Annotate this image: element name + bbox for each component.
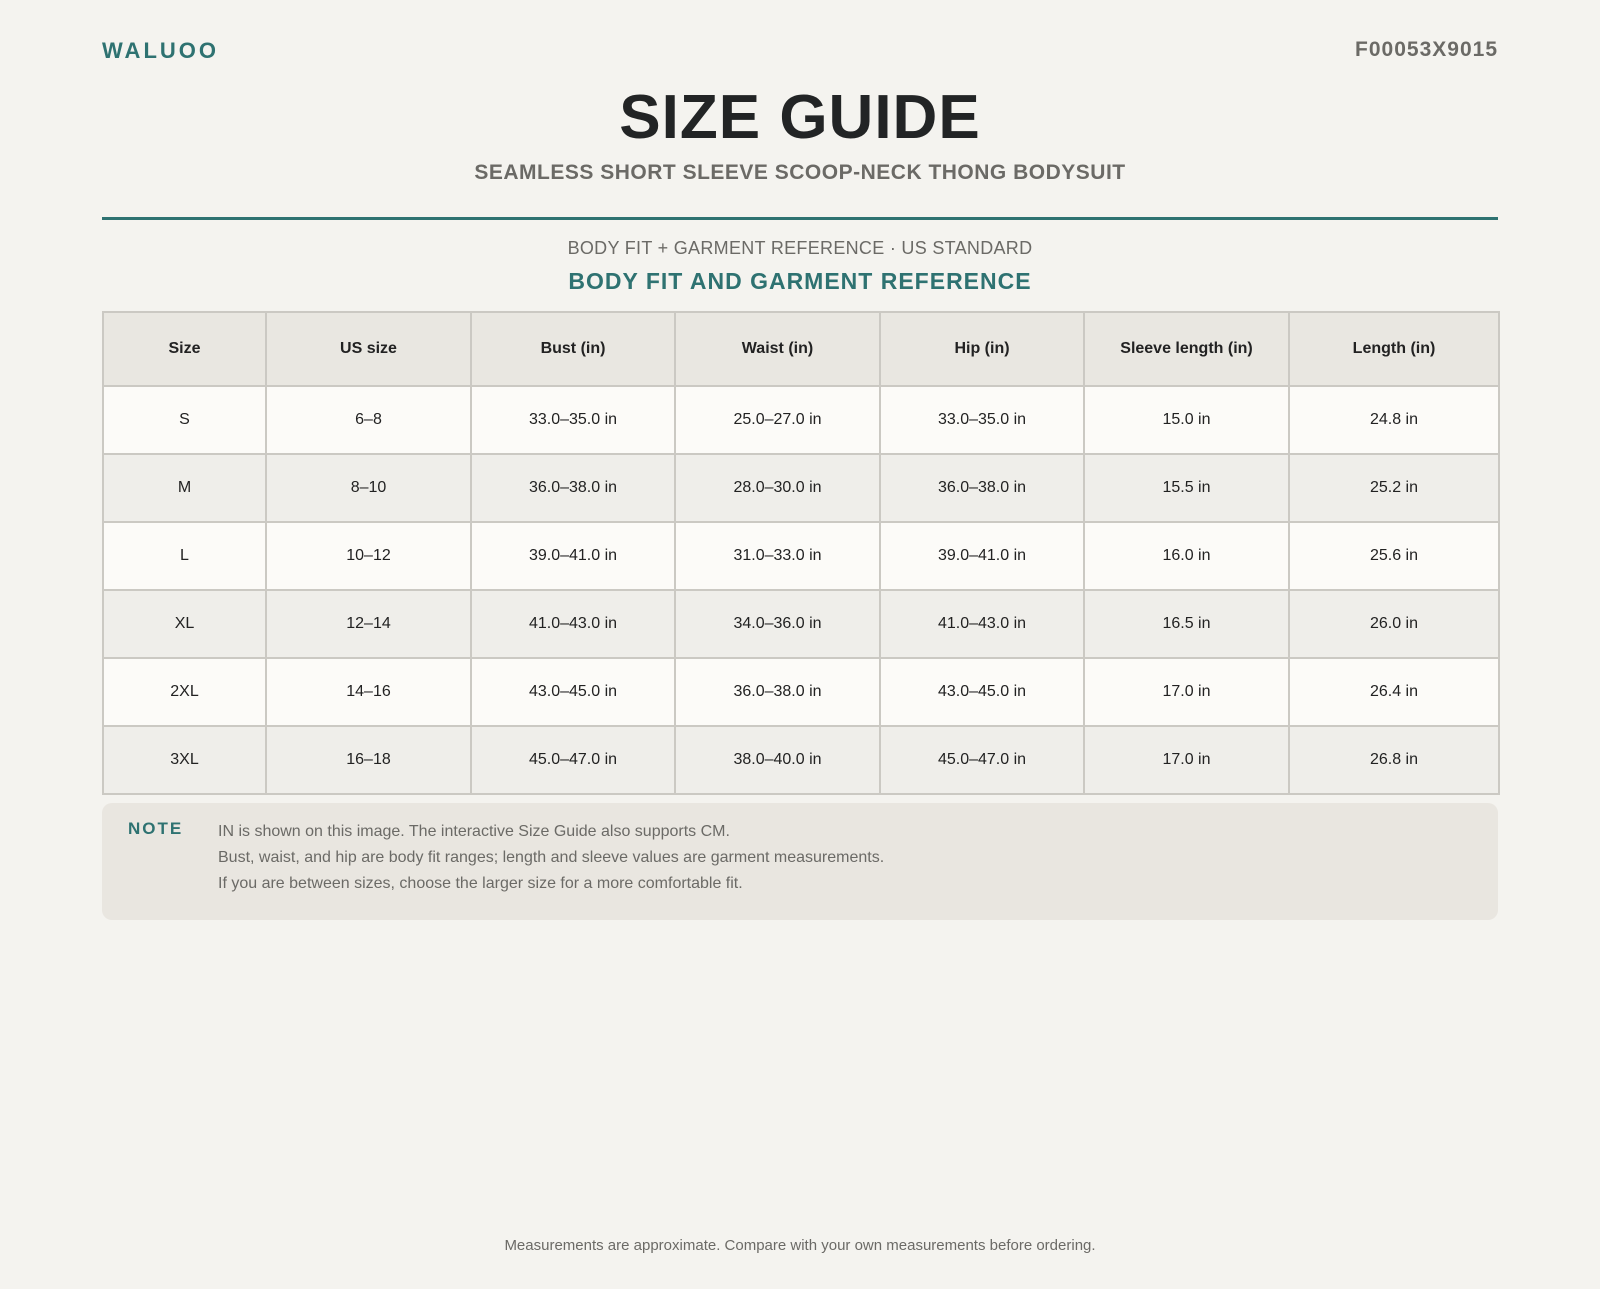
column-header-us-size: US size bbox=[265, 311, 472, 387]
column-header-sleeve-length: Sleeve length (in) bbox=[1083, 311, 1290, 387]
brand-logo: WALUOO bbox=[102, 38, 219, 63]
table-cell: 41.0–43.0 in bbox=[470, 589, 676, 659]
table-cell: 25.0–27.0 in bbox=[674, 385, 881, 455]
footer-disclaimer: Measurements are approximate. Compare wi… bbox=[504, 1237, 1096, 1254]
table-cell: 12–14 bbox=[265, 589, 472, 659]
column-header-size: Size bbox=[102, 311, 267, 387]
table-cell: M bbox=[102, 453, 267, 523]
table-cell: 15.5 in bbox=[1083, 453, 1290, 523]
table-cell: 25.2 in bbox=[1288, 453, 1500, 523]
table-cell: 16–18 bbox=[265, 725, 472, 795]
table-cell: 38.0–40.0 in bbox=[674, 725, 881, 795]
table-row: L 10–12 39.0–41.0 in 31.0–33.0 in 39.0–4… bbox=[102, 521, 1500, 591]
page-title: SIZE GUIDE bbox=[619, 83, 981, 152]
table-row: 2XL 14–16 43.0–45.0 in 36.0–38.0 in 43.0… bbox=[102, 657, 1500, 727]
table-cell: 17.0 in bbox=[1083, 657, 1290, 727]
table-cell: 34.0–36.0 in bbox=[674, 589, 881, 659]
table-cell: 39.0–41.0 in bbox=[879, 521, 1085, 591]
note-line: If you are between sizes, choose the lar… bbox=[218, 875, 743, 892]
table-cell: 14–16 bbox=[265, 657, 472, 727]
section-kicker: BODY FIT + GARMENT REFERENCE · US STANDA… bbox=[567, 238, 1033, 258]
column-header-hip: Hip (in) bbox=[879, 311, 1085, 387]
table-cell: L bbox=[102, 521, 267, 591]
table-cell: 15.0 in bbox=[1083, 385, 1290, 455]
size-table: Size US size Bust (in) Waist (in) Hip (i… bbox=[102, 311, 1500, 795]
table-cell: 10–12 bbox=[265, 521, 472, 591]
table-cell: XL bbox=[102, 589, 267, 659]
table-cell: 33.0–35.0 in bbox=[879, 385, 1085, 455]
note-label: NOTE bbox=[128, 819, 184, 838]
table-row: S 6–8 33.0–35.0 in 25.0–27.0 in 33.0–35.… bbox=[102, 385, 1500, 455]
table-row: XL 12–14 41.0–43.0 in 34.0–36.0 in 41.0–… bbox=[102, 589, 1500, 659]
table-cell: 3XL bbox=[102, 725, 267, 795]
table-cell: 31.0–33.0 in bbox=[674, 521, 881, 591]
size-guide-page: WALUOO F00053X9015 SIZE GUIDE SEAMLESS S… bbox=[102, 0, 1500, 1289]
table-cell: 36.0–38.0 in bbox=[470, 453, 676, 523]
note-box: NOTE IN is shown on this image. The inte… bbox=[102, 803, 1498, 920]
table-cell: 45.0–47.0 in bbox=[470, 725, 676, 795]
table-cell: 6–8 bbox=[265, 385, 472, 455]
table-cell: 8–10 bbox=[265, 453, 472, 523]
table-row: M 8–10 36.0–38.0 in 28.0–30.0 in 36.0–38… bbox=[102, 453, 1500, 523]
table-header-row: Size US size Bust (in) Waist (in) Hip (i… bbox=[102, 311, 1500, 387]
note-line: IN is shown on this image. The interacti… bbox=[218, 823, 730, 840]
table-cell: 26.8 in bbox=[1288, 725, 1500, 795]
table-cell: 36.0–38.0 in bbox=[674, 657, 881, 727]
column-header-length: Length (in) bbox=[1288, 311, 1500, 387]
column-header-waist: Waist (in) bbox=[674, 311, 881, 387]
header-divider bbox=[102, 217, 1498, 220]
note-line: Bust, waist, and hip are body fit ranges… bbox=[218, 849, 885, 866]
table-cell: 17.0 in bbox=[1083, 725, 1290, 795]
table-cell: 28.0–30.0 in bbox=[674, 453, 881, 523]
table-cell: 16.5 in bbox=[1083, 589, 1290, 659]
column-header-bust: Bust (in) bbox=[470, 311, 676, 387]
table-cell: 25.6 in bbox=[1288, 521, 1500, 591]
table-cell: 2XL bbox=[102, 657, 267, 727]
product-sku: F00053X9015 bbox=[1355, 38, 1498, 61]
table-cell: 16.0 in bbox=[1083, 521, 1290, 591]
table-cell: 41.0–43.0 in bbox=[879, 589, 1085, 659]
product-name: SEAMLESS SHORT SLEEVE SCOOP-NECK THONG B… bbox=[474, 161, 1126, 184]
table-row: 3XL 16–18 45.0–47.0 in 38.0–40.0 in 45.0… bbox=[102, 725, 1500, 795]
table-cell: 39.0–41.0 in bbox=[470, 521, 676, 591]
note-lines: IN is shown on this image. The interacti… bbox=[218, 819, 884, 897]
table-cell: 45.0–47.0 in bbox=[879, 725, 1085, 795]
top-bar: WALUOO F00053X9015 bbox=[102, 38, 1498, 68]
table-cell: 36.0–38.0 in bbox=[879, 453, 1085, 523]
table-cell: 24.8 in bbox=[1288, 385, 1500, 455]
table-cell: S bbox=[102, 385, 267, 455]
table-cell: 43.0–45.0 in bbox=[879, 657, 1085, 727]
table-cell: 33.0–35.0 in bbox=[470, 385, 676, 455]
table-cell: 26.4 in bbox=[1288, 657, 1500, 727]
section-title: BODY FIT AND GARMENT REFERENCE bbox=[568, 268, 1032, 294]
table-cell: 26.0 in bbox=[1288, 589, 1500, 659]
table-cell: 43.0–45.0 in bbox=[470, 657, 676, 727]
